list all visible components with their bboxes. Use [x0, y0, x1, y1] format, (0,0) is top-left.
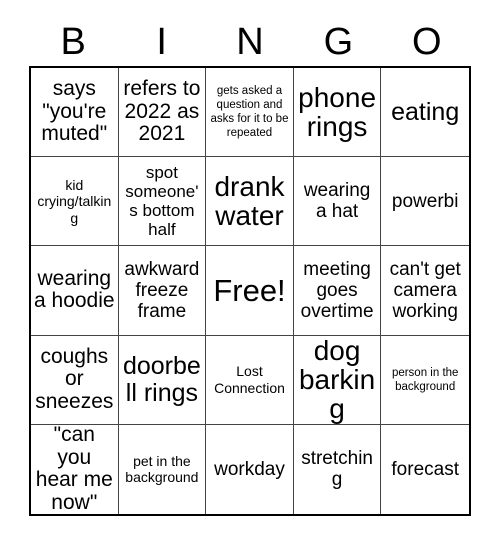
bingo-grid: says "you're muted" refers to 2022 as 20… [29, 66, 471, 516]
bingo-cell-g5[interactable]: stretching [293, 424, 382, 514]
bingo-cell-text: "can you hear me now" [35, 424, 113, 514]
bingo-cell-o3[interactable]: can't get camera working [381, 246, 469, 336]
bingo-cell-n1[interactable]: gets asked a question and asks for it to… [206, 68, 294, 158]
bingo-cell-b2[interactable]: kid crying/talking [31, 157, 119, 247]
bingo-cell-g1[interactable]: phone rings [293, 68, 382, 158]
bingo-cell-text: coughs or sneezes [35, 344, 114, 414]
bingo-cell-text: powerbi [391, 190, 459, 212]
header-letter-g: G [323, 21, 354, 63]
bingo-cell-text: pet in the background [125, 452, 199, 486]
bingo-cell-g2[interactable]: wearing a hat [293, 157, 382, 247]
bingo-cell-o5[interactable]: forecast [381, 424, 469, 514]
bingo-cell-text: kid crying/talking [37, 176, 112, 226]
bingo-cell-text: can't get camera working [389, 258, 461, 323]
bingo-cell-text: doorbell rings [122, 352, 201, 407]
header-letter-o: O [412, 21, 442, 63]
bingo-cell-b4[interactable]: coughs or sneezes [31, 335, 119, 425]
bingo-cell-b1[interactable]: says "you're muted" [31, 68, 119, 158]
bingo-cell-b5[interactable]: "can you hear me now" [31, 424, 119, 514]
bingo-cell-text: says "you're muted" [41, 77, 108, 146]
bingo-cell-text: dog barking [298, 335, 376, 425]
bingo-cell-text: stretching [301, 448, 373, 491]
bingo-cell-i5[interactable]: pet in the background [118, 424, 207, 514]
bingo-cell-text: drank water [214, 171, 285, 232]
bingo-header: B I N G O [29, 18, 471, 66]
bingo-cell-free[interactable]: Free! [206, 246, 294, 336]
bingo-cell-g3[interactable]: meeting goes overtime [293, 246, 382, 336]
bingo-cell-n2[interactable]: drank water [206, 157, 294, 247]
bingo-cell-text: wearing a hat [303, 180, 371, 223]
bingo-cell-text: awkward freeze frame [124, 258, 200, 323]
bingo-cell-o4[interactable]: person in the background [381, 335, 469, 425]
bingo-cell-n4[interactable]: Lost Connection [206, 335, 294, 425]
bingo-cell-text: meeting goes overtime [300, 258, 374, 323]
bingo-cell-i2[interactable]: spot someone's bottom half [118, 157, 207, 247]
bingo-cell-text: phone rings [298, 81, 377, 143]
bingo-cell-text: spot someone's bottom half [125, 163, 199, 240]
bingo-cell-i3[interactable]: awkward freeze frame [118, 246, 207, 336]
bingo-cell-n5[interactable]: workday [206, 424, 294, 514]
bingo-cell-o1[interactable]: eating [381, 68, 469, 158]
bingo-cell-text: gets asked a question and asks for it to… [210, 85, 289, 140]
header-letter-i: I [156, 21, 167, 63]
bingo-cell-i4[interactable]: doorbell rings [118, 335, 207, 425]
bingo-cell-i1[interactable]: refers to 2022 as 2021 [118, 68, 207, 158]
header-letter-b: B [60, 21, 86, 63]
header-letter-n: N [236, 21, 264, 63]
bingo-cell-text: workday [214, 458, 285, 480]
bingo-cell-text: person in the background [391, 366, 459, 393]
bingo-cell-text: eating [391, 97, 460, 126]
bingo-cell-text: Lost Connection [214, 363, 285, 396]
bingo-card: B I N G O says "you're muted" refers to … [0, 0, 500, 544]
bingo-cell-g4[interactable]: dog barking [293, 335, 382, 425]
bingo-free-space-text: Free! [213, 272, 286, 308]
bingo-cell-b3[interactable]: wearing a hoodie [31, 246, 119, 336]
bingo-cell-text: forecast [391, 458, 459, 480]
bingo-cell-o2[interactable]: powerbi [381, 157, 469, 247]
bingo-cell-text: refers to 2022 as 2021 [123, 77, 201, 146]
bingo-cell-text: wearing a hoodie [34, 266, 115, 313]
